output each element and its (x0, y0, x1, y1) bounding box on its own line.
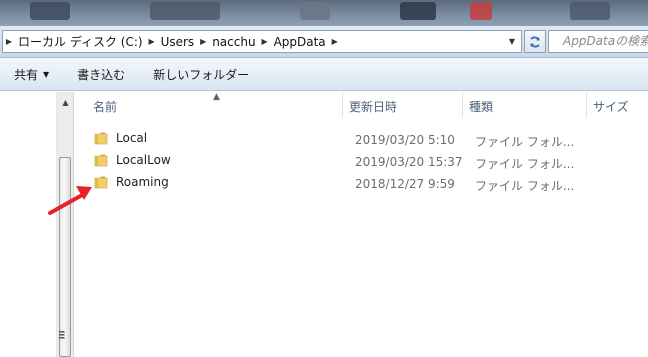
file-type: ファイル フォル... (475, 135, 575, 149)
refresh-icon (530, 36, 540, 47)
navigation-pane[interactable] (0, 92, 57, 357)
column-name[interactable]: 名前 (75, 92, 343, 118)
chevron-right-icon[interactable]: ▶ (329, 37, 341, 46)
file-name: Roaming (116, 175, 169, 189)
column-type[interactable]: 種類 (463, 92, 587, 118)
file-type: ファイル フォル... (475, 157, 575, 171)
file-name: LocalLow (116, 153, 171, 167)
share-label: 共有 (14, 67, 39, 82)
file-name: Local (116, 131, 148, 145)
new-folder-label: 新しいフォルダー (153, 67, 250, 82)
column-date[interactable]: 更新日時 (343, 92, 463, 118)
breadcrumb-users[interactable]: Users (158, 35, 198, 49)
folder-icon (94, 154, 108, 167)
breadcrumb-nacchu[interactable]: nacchu (209, 35, 258, 49)
chevron-right-icon[interactable]: ▶ (3, 37, 15, 46)
burn-label: 書き込む (77, 67, 126, 82)
breadcrumb-local-disk[interactable]: ローカル ディスク (C:) (15, 33, 146, 50)
breadcrumb-appdata[interactable]: AppData (271, 35, 329, 49)
refresh-button[interactable] (524, 30, 546, 53)
file-type: ファイル フォル... (475, 179, 575, 193)
search-input[interactable]: AppDataの検索 (548, 30, 648, 53)
chevron-down-icon: ▼ (43, 69, 50, 79)
file-row-locallow[interactable]: LocalLow 2019/03/20 15:37 ファイル フォル... (75, 151, 648, 171)
file-date: 2019/03/20 5:10 (355, 133, 455, 147)
nav-scrollbar[interactable]: ▲ ━ ━ ━ (57, 92, 74, 357)
address-bar[interactable]: ▶ ローカル ディスク (C:) ▶ Users ▶ nacchu ▶ AppD… (2, 30, 522, 53)
chevron-right-icon[interactable]: ▶ (259, 37, 271, 46)
address-history-dropdown[interactable]: ▼ (505, 31, 519, 52)
share-button[interactable]: 共有 ▼ (0, 58, 63, 90)
file-row-roaming[interactable]: Roaming 2018/12/27 9:59 ファイル フォル... (75, 173, 648, 193)
sort-ascending-icon: ▲ (213, 92, 220, 102)
scroll-up-icon[interactable]: ▲ (57, 94, 74, 110)
column-header-row: 名前 ▲ 更新日時 種類 サイズ (75, 92, 648, 118)
command-bar: 共有 ▼ 書き込む 新しいフォルダー (0, 58, 648, 91)
red-arrow-annotation (48, 186, 92, 215)
new-folder-button[interactable]: 新しいフォルダー (139, 58, 263, 90)
chevron-right-icon[interactable]: ▶ (146, 37, 158, 46)
address-row: ▶ ローカル ディスク (C:) ▶ Users ▶ nacchu ▶ AppD… (0, 26, 648, 58)
folder-icon (94, 132, 108, 145)
file-date: 2019/03/20 15:37 (355, 155, 463, 169)
explorer-window: ▶ ローカル ディスク (C:) ▶ Users ▶ nacchu ▶ AppD… (0, 0, 648, 357)
desktop-strip (0, 0, 648, 26)
grip-icon: ━ ━ ━ (59, 328, 65, 344)
burn-button[interactable]: 書き込む (63, 58, 139, 90)
chevron-right-icon[interactable]: ▶ (197, 37, 209, 46)
column-size[interactable]: サイズ (587, 92, 648, 118)
file-row-local[interactable]: Local 2019/03/20 5:10 ファイル フォル... (75, 129, 648, 149)
file-date: 2018/12/27 9:59 (355, 177, 455, 191)
